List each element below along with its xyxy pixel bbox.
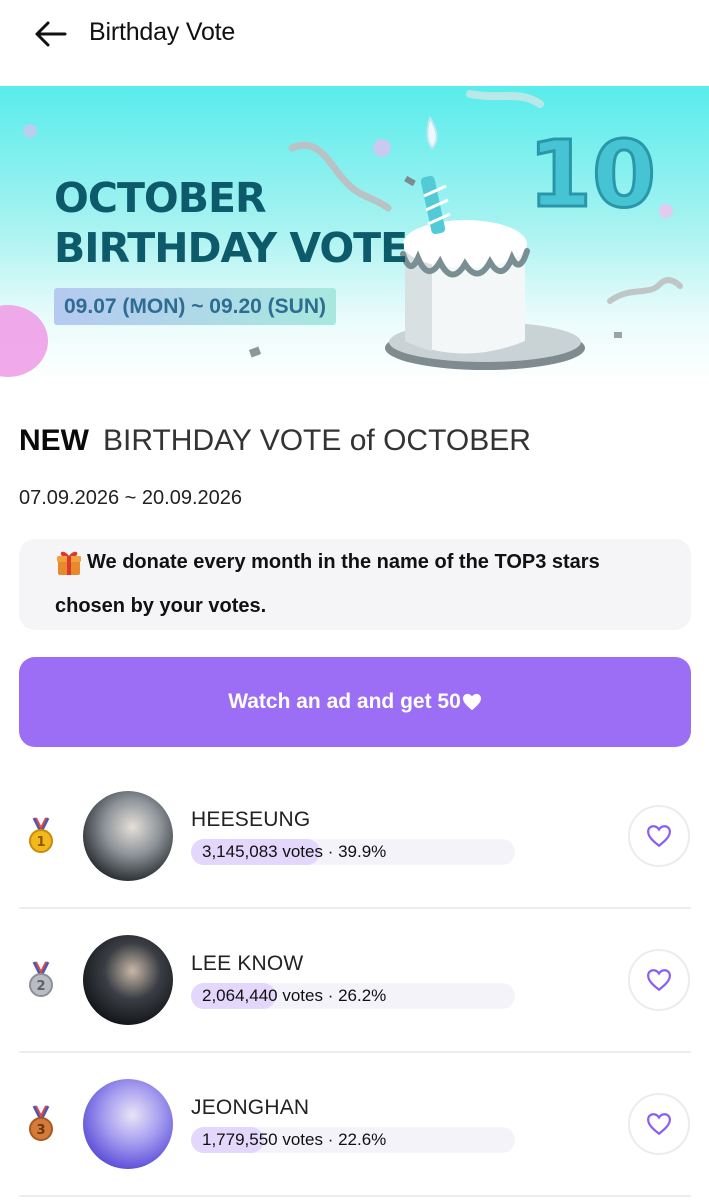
vote-count-text: 2,064,440 votes · 26.2% [202,986,387,1005]
vote-heart-button[interactable] [628,1093,690,1155]
avatar [83,1079,173,1169]
vote-heart-button[interactable] [628,949,690,1011]
banner-title-line2: BIRTHDAY VOTE [54,224,408,272]
vote-count-text: 1,779,550 votes · 22.6% [202,1130,387,1149]
star-name: JEONGHAN [191,1096,310,1119]
top-bar: Birthday Vote [0,0,709,86]
ranking-row: 3 JEONGHAN 1,779,550 votes · 22.6% [0,1052,709,1197]
vote-progress-bar: 2,064,440 votes · 26.2% [191,983,515,1009]
vote-section-title: NEW BIRTHDAY VOTE of OCTOBER [19,424,531,458]
bronze-medal-icon: 3 [29,1105,53,1141]
svg-text:3: 3 [36,1123,45,1138]
event-banner: 10 OCTOBER BIRTHDAY VOTE 09.07 (MON) ~ 0… [0,86,709,382]
heart-outline-icon [647,969,671,992]
new-badge: NEW [19,424,89,457]
watch-ad-button[interactable]: Watch an ad and get 50 [19,657,691,747]
banner-date-range: 09.07 (MON) ~ 09.20 (SUN) [54,288,337,325]
watch-ad-label: Watch an ad and get 50 [228,690,461,713]
vote-progress-bar: 3,145,083 votes · 39.9% [191,839,515,865]
heart-outline-icon [647,1113,671,1136]
vote-heart-button[interactable] [628,805,690,867]
banner-title-line1: OCTOBER [54,174,267,222]
svg-text:1: 1 [36,835,45,850]
avatar [83,935,173,1025]
star-name: HEESEUNG [191,808,311,831]
gold-medal-icon: 1 [29,817,53,853]
back-button[interactable] [28,14,72,54]
avatar [83,791,173,881]
heart-icon [462,693,481,711]
vote-title-text: BIRTHDAY VOTE of OCTOBER [103,424,531,457]
vote-count-text: 3,145,083 votes · 39.9% [202,842,387,861]
page-title: Birthday Vote [89,18,236,46]
star-name: LEE KNOW [191,952,304,975]
vote-progress-bar: 1,779,550 votes · 22.6% [191,1127,515,1153]
donation-notice: We donate every month in the name of the… [19,539,691,630]
arrow-left-icon[interactable] [33,20,67,48]
row-divider [19,1195,691,1197]
number-ten-graphic: 10 [528,121,656,228]
ranking-row: 1 HEESEUNG 3,145,083 votes · 39.9% [0,764,709,909]
notice-text-line2: chosen by your votes. [55,595,267,617]
notice-text-line1: We donate every month in the name of the… [87,551,600,573]
heart-outline-icon [647,825,671,848]
silver-medal-icon: 2 [29,961,53,997]
svg-text:2: 2 [36,979,45,994]
ranking-row: 2 LEE KNOW 2,064,440 votes · 26.2% [0,908,709,1053]
vote-date-range: 07.09.2026 ~ 20.09.2026 [19,487,242,509]
